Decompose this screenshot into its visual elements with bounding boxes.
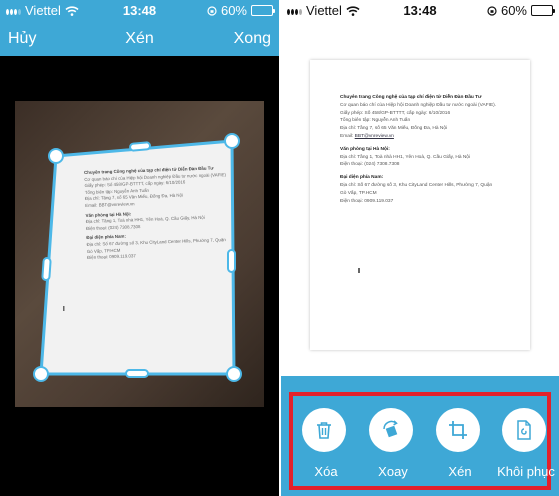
crop-button[interactable]: Xén bbox=[432, 404, 488, 486]
doc-hanoi-heading: Văn phòng tại Hà Nội: bbox=[340, 146, 390, 152]
delete-icon-circle bbox=[302, 408, 346, 452]
rotate-icon-circle bbox=[369, 408, 413, 452]
crop-icon bbox=[449, 421, 467, 439]
crop-corner-handle-bottom-right[interactable] bbox=[226, 366, 242, 382]
doc-license: Giấy phép: Số 458/GP-BTTTT, cấp ngày: 6/… bbox=[340, 110, 451, 116]
restore-icon bbox=[517, 420, 531, 440]
doc-email-line: Email: BBT@vnreview.vn bbox=[340, 133, 525, 141]
doc-agency: Cơ quan báo chí của Hiệp hội Doanh nghiệ… bbox=[340, 102, 497, 108]
rotate-button[interactable]: Xoay bbox=[365, 404, 421, 486]
document-preview: Chuyên trang Công nghệ của tạp chí điện … bbox=[310, 60, 530, 350]
battery-percent: 60% bbox=[500, 3, 527, 18]
restore-button[interactable]: Khôi phục bbox=[497, 404, 555, 486]
photo-text-block: Chuyên trang Công nghệ của tạp chí điện … bbox=[84, 165, 229, 262]
restore-icon-circle bbox=[502, 408, 546, 452]
crop-corner-handle-bottom-left[interactable] bbox=[33, 366, 49, 382]
crop-edge-handle-left[interactable] bbox=[41, 257, 52, 282]
doc-south-address-cont: Gò Vấp, TP.HCM bbox=[340, 190, 377, 196]
status-right-group: 60% bbox=[487, 3, 555, 18]
action-toolbar: Xóa Xoay Xén Khôi phục bbox=[281, 376, 559, 496]
restore-label: Khôi phục bbox=[497, 464, 555, 479]
delete-button[interactable]: Xóa bbox=[298, 404, 354, 486]
crop-edge-handle-bottom[interactable] bbox=[125, 369, 149, 378]
doc-address: Địa chỉ: Tầng 7, số 65 Văn Miếu, Đống Đa… bbox=[340, 126, 448, 132]
doc-south-phone: Điện thoại: 0909.119.037 bbox=[340, 198, 394, 204]
crop-screen: Viettel 13:48 60% Hủy Xén Xong Chuyên tr… bbox=[0, 0, 279, 496]
doc-south-heading: Đại diện phía Nam: bbox=[340, 175, 384, 181]
battery-icon bbox=[531, 5, 555, 16]
status-bar: Viettel 13:48 60% bbox=[281, 0, 559, 20]
document-text: Chuyên trang Công nghệ của tạp chí điện … bbox=[340, 94, 525, 205]
orientation-lock-icon bbox=[487, 5, 497, 16]
doc-editor: Tổng biên tập: Nguyễn Anh Tuấn bbox=[340, 118, 411, 124]
crop-edge-handle-right[interactable] bbox=[227, 249, 236, 273]
crop-edge-handle-top[interactable] bbox=[129, 141, 152, 152]
paper-mark bbox=[63, 306, 65, 311]
trash-icon bbox=[317, 422, 331, 439]
doc-hanoi-address: Địa chỉ: Tầng 1, Toà nhà HH1, Yên Hoà, Q… bbox=[340, 154, 471, 160]
doc-email-link: BBT@vnreview.vn bbox=[354, 133, 394, 139]
doc-title: Chuyên trang Công nghệ của tạp chí điện … bbox=[340, 95, 482, 100]
actions-highlight: Xóa Xoay Xén Khôi phục bbox=[289, 392, 555, 490]
preview-screen: Viettel 13:48 60% Chuyên trang Công nghệ… bbox=[281, 0, 559, 496]
crop-corner-handle-top-right[interactable] bbox=[224, 133, 240, 149]
rotate-icon bbox=[383, 420, 398, 438]
crop-corner-handle-top-left[interactable] bbox=[48, 148, 64, 164]
doc-south-address: Địa chỉ: Số 67 đường số 3, Khu CityLand … bbox=[340, 182, 493, 188]
crop-icon-circle bbox=[436, 408, 480, 452]
doc-mark bbox=[358, 268, 360, 273]
doc-hanoi-phone: Điện thoại: (024) 7308.7308 bbox=[340, 162, 400, 168]
doc-email-label: Email: bbox=[340, 133, 355, 139]
